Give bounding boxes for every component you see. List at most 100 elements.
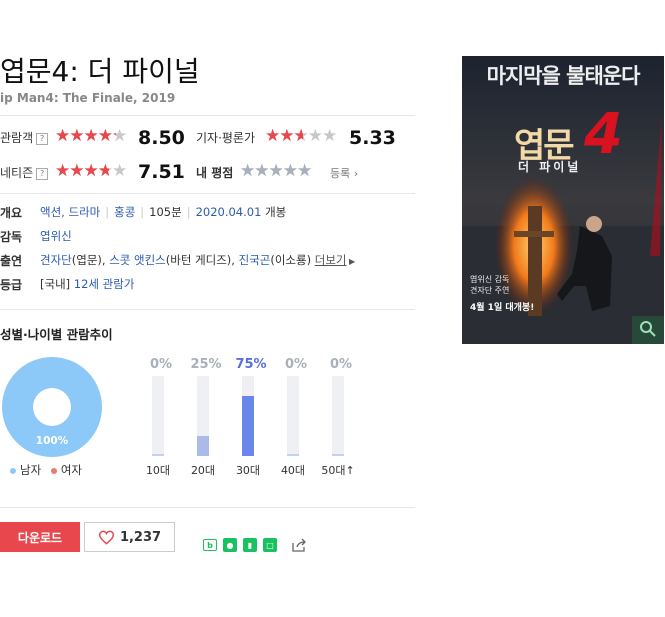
age-bar — [332, 376, 344, 456]
poster-tagline: 마지막을 불태운다 — [486, 64, 641, 88]
grade-link[interactable]: 12세 관람가 — [74, 277, 135, 291]
movie-poster[interactable]: 마지막을 불태운다 엽문 4 더 파이널 엽위신 감독 견자단 주연 4월 1일… — [462, 56, 664, 344]
age-bar — [287, 376, 299, 456]
cast-link[interactable]: 견자단 — [40, 253, 72, 267]
age-bar — [242, 376, 254, 456]
chevron-right-icon: › — [353, 167, 359, 180]
star-icon: ★ — [322, 126, 337, 146]
star-icon: ★ — [307, 126, 323, 146]
divider — [0, 309, 415, 310]
age-pct-label: 75% — [235, 357, 267, 372]
star-icon: ★★ — [254, 161, 269, 181]
age-label: 10대 — [145, 464, 171, 477]
director-label: 감독 — [0, 230, 23, 244]
star-icon: ★★ — [112, 126, 127, 146]
star-icon: ★ — [112, 161, 127, 181]
cast-link[interactable]: 진국곤 — [239, 253, 271, 267]
star-icon: ★★ — [55, 126, 70, 146]
director-link[interactable]: 엽위신 — [40, 228, 72, 244]
help-icon[interactable]: ? — [36, 132, 49, 145]
star-icon: ★★ — [293, 126, 309, 146]
divider — [0, 507, 415, 508]
star-icon: ★★ — [69, 161, 84, 181]
genre-link[interactable]: 드라마 — [68, 205, 100, 219]
star-icon: ★★ — [69, 126, 84, 146]
netizen-score: 7.51 — [138, 161, 185, 183]
overview-label: 개요 — [0, 206, 23, 220]
audience-stars: ★★★★★★★★★★ — [55, 126, 127, 146]
star-icon: ★★ — [83, 126, 99, 146]
star-icon: ★★ — [279, 126, 294, 146]
star-icon: ★★ — [297, 161, 312, 181]
grade-values: [국내] 12세 관람가 — [40, 277, 135, 291]
poster-logo-number: 4 — [584, 102, 623, 167]
age-label: 20대 — [190, 464, 216, 477]
line-share-icon[interactable]: ● — [223, 538, 237, 552]
critic-label: 기자·평론가 — [196, 131, 256, 145]
gender-legend: 남자 여자 — [10, 462, 82, 478]
age-bar — [152, 376, 164, 456]
age-bar-fill — [242, 396, 254, 456]
register-rating-link[interactable]: 등록 › — [330, 165, 358, 181]
my-rating-label: 내 평점 — [196, 166, 234, 180]
help-icon[interactable]: ? — [36, 167, 49, 180]
star-icon: ★★ — [97, 126, 113, 146]
gender-pie-chart: 100% — [2, 357, 102, 457]
star-icon: ★★ — [83, 161, 99, 181]
age-bar — [197, 376, 209, 456]
divider — [0, 193, 415, 194]
netizen-stars: ★ ★ ★ ★ ★ ★ ★ ★ ★ — [55, 161, 127, 181]
heart-icon — [98, 530, 115, 545]
audience-score: 8.50 — [138, 127, 185, 149]
female-legend-dot — [50, 467, 57, 474]
age-bar-fill — [332, 454, 344, 456]
audience-label: 관람객? — [0, 129, 49, 146]
release-date-link[interactable]: 2020.04.01 — [196, 205, 262, 219]
poster-release: 4월 1일 대개봉! — [470, 303, 535, 313]
share-icon[interactable] — [291, 537, 307, 553]
star-icon: ★★ — [282, 161, 298, 181]
more-link[interactable]: 더보기 — [315, 253, 347, 267]
movie-subtitle: ip Man4: The Finale, 2019 — [0, 91, 176, 105]
download-button[interactable]: 다운로드 — [0, 522, 80, 552]
like-count: 1,237 — [119, 529, 162, 545]
divider — [0, 115, 415, 116]
movie-title: 엽문4: 더 파이널 — [0, 55, 200, 88]
my-rating-stars[interactable]: ★ ★ ★ ★ ★ ★ ★ ★ ★ ★ — [240, 161, 312, 181]
age-pct-label: 25% — [190, 357, 222, 372]
age-bar-fill — [152, 454, 164, 456]
poster-logo-sub: 더 파이널 — [518, 160, 582, 174]
star-icon: ★★ — [268, 161, 284, 181]
star-icon: ★★ — [240, 161, 255, 181]
share-icons: b ● ▮ □ — [203, 537, 307, 553]
pie-male-pct: 100% — [36, 435, 69, 447]
runtime: 105분 — [149, 205, 182, 219]
poster-credits-director: 엽위신 감독 — [470, 275, 510, 284]
bookmark-share-icon[interactable]: ▮ — [243, 538, 257, 552]
star-icon: ★★ — [265, 126, 280, 146]
grade-label: 등급 — [0, 278, 23, 292]
age-label: 30대 — [235, 464, 261, 477]
age-bar-fill — [197, 436, 209, 456]
poster-credits-cast: 견자단 주연 — [470, 286, 510, 295]
memo-share-icon[interactable]: □ — [263, 538, 277, 552]
cast-link[interactable]: 스콧 앳킨스 — [109, 253, 166, 267]
star-icon: ★★ — [97, 161, 113, 181]
age-pct-label: 0% — [149, 357, 173, 372]
band-share-icon[interactable]: b — [203, 539, 217, 551]
age-bar-fill — [287, 454, 299, 456]
age-pct-label: 0% — [329, 357, 353, 372]
age-pct-label: 0% — [284, 357, 308, 372]
age-label: 50대↑ — [321, 464, 355, 477]
genre-link[interactable]: 액션 — [40, 205, 61, 219]
like-button[interactable]: 1,237 — [84, 522, 175, 552]
pie-hole — [33, 388, 71, 426]
overview-values: 액션, 드라마 | 홍콩 | 105분 | 2020.04.01 개봉 — [40, 205, 287, 219]
star-icon: ★★ — [55, 161, 70, 181]
country-link[interactable]: 홍콩 — [114, 205, 135, 219]
critic-score: 5.33 — [349, 127, 396, 149]
trend-title: 성별·나이별 관람추이 — [0, 327, 113, 342]
male-legend-dot — [10, 467, 16, 474]
netizen-label: 네티즌? — [0, 164, 49, 181]
caret-right-icon: ▶ — [346, 257, 356, 266]
